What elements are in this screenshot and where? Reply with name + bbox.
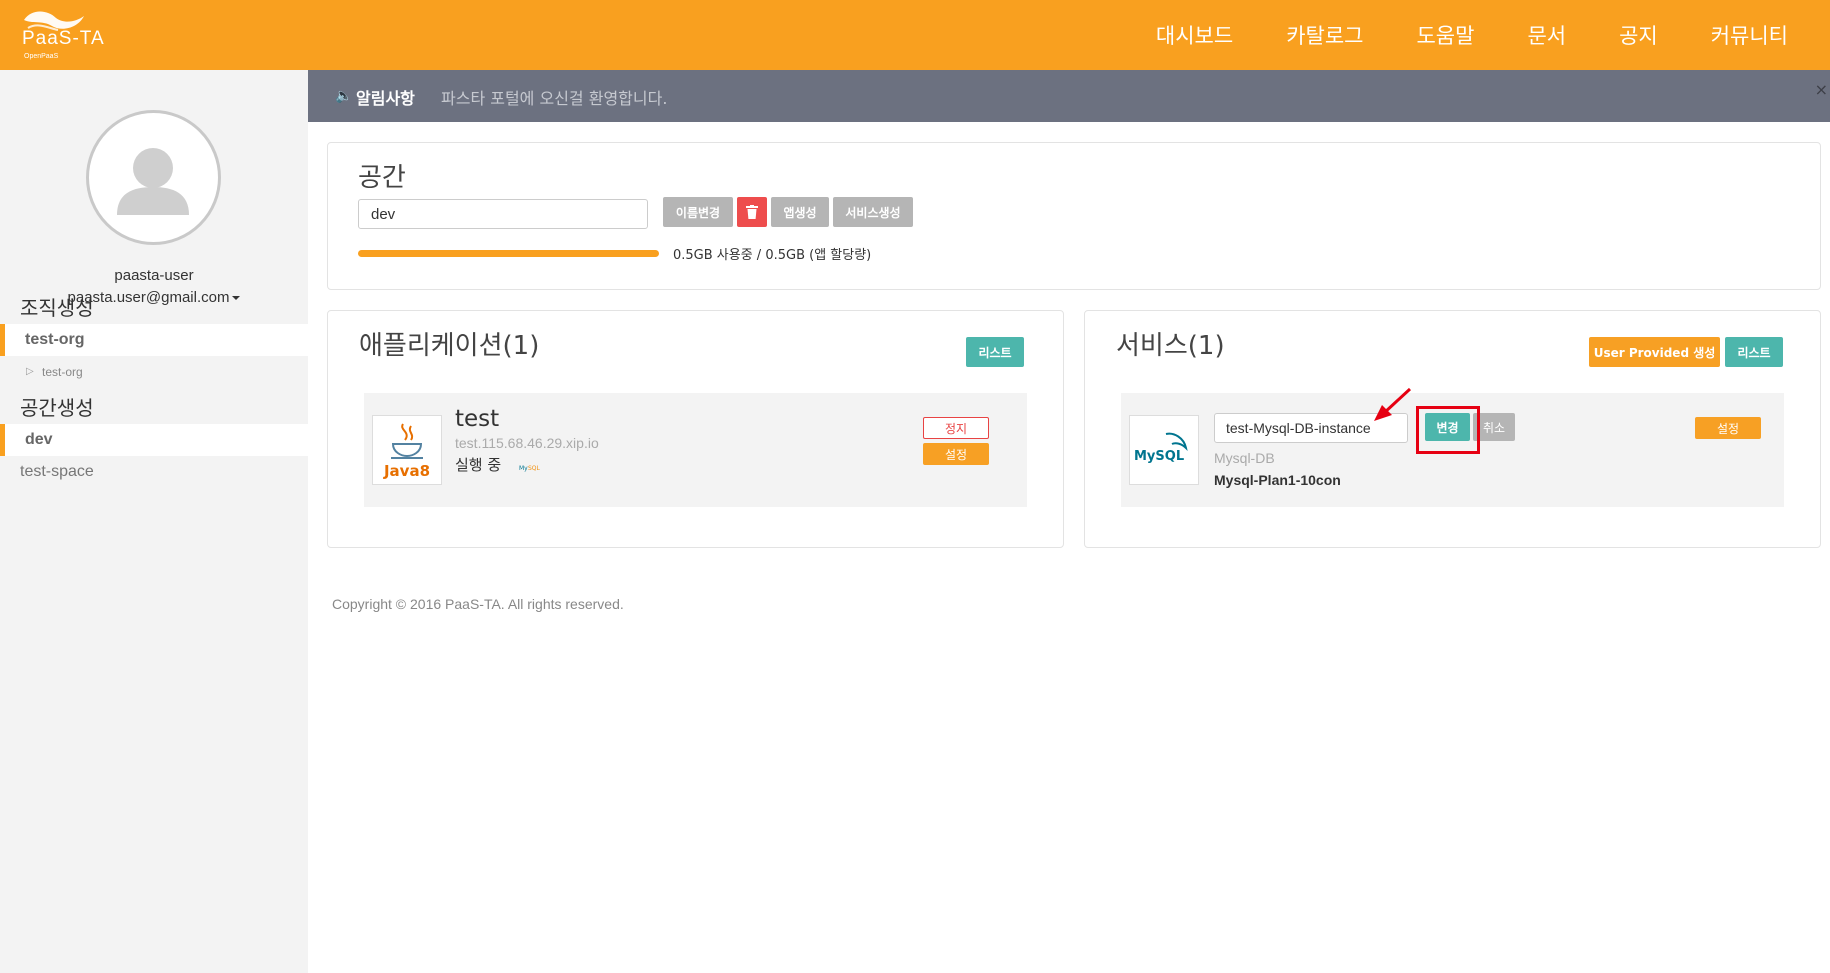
create-service-button[interactable]: 서비스생성 — [833, 197, 913, 227]
stop-button[interactable]: 정지 — [923, 417, 989, 439]
java8-icon: Java8 — [372, 415, 442, 485]
sidebar-space-item-dev[interactable]: dev — [0, 424, 308, 456]
nav-community[interactable]: 커뮤니티 — [1711, 20, 1788, 50]
notice-bar: 🔈 알림사항 파스타 포털에 오신걸 환영합니다. × — [308, 70, 1830, 122]
app-card[interactable]: Java8 test test.115.68.46.29.xip.io 실행 중… — [364, 393, 1027, 507]
triangle-right-icon: ▷ — [26, 366, 34, 377]
mysql-label: MySQL — [1134, 449, 1184, 464]
nav-help[interactable]: 도움말 — [1416, 20, 1474, 50]
sidebar-org-subitem[interactable]: ▷ test-org — [0, 356, 308, 388]
app-list-button[interactable]: 리스트 — [966, 337, 1024, 367]
user-provided-create-button[interactable]: User Provided 생성 — [1589, 337, 1720, 367]
sidebar-space-item-test-space[interactable]: test-space — [0, 456, 308, 488]
quota-progress-bar — [358, 250, 659, 257]
sidebar-org-sub-label: test-org — [42, 365, 83, 379]
sidebar-space-label: test-space — [20, 463, 94, 480]
app-name[interactable]: test — [455, 406, 499, 432]
app-status: 실행 중 — [455, 456, 502, 474]
applications-panel-title: 애플리케이션(1) — [359, 331, 540, 361]
top-navbar: PaaS-TA OpenPaaS 대시보드 카탈로그 도움말 문서 공지 커뮤니… — [0, 0, 1830, 70]
mysql-small-icon: My SQL — [519, 457, 541, 472]
space-name-input[interactable] — [358, 199, 648, 229]
nav-dashboard[interactable]: 대시보드 — [1156, 20, 1233, 50]
notice-title: 알림사항 — [356, 89, 415, 108]
red-arrow-icon — [1374, 387, 1412, 421]
sidebar-space-label: dev — [25, 431, 53, 448]
close-icon[interactable]: × — [1815, 80, 1828, 99]
footer-copyright: Copyright © 2016 PaaS-TA. All rights res… — [332, 596, 624, 612]
org-section-title[interactable]: 조직생성 — [20, 292, 94, 321]
logo-text: PaaS-TA — [22, 28, 105, 49]
svg-text:My: My — [519, 465, 528, 472]
service-settings-button[interactable]: 설정 — [1695, 417, 1761, 439]
logo-subtext: OpenPaaS — [24, 53, 59, 60]
notice-message: 파스타 포털에 오신걸 환영합니다. — [441, 89, 668, 108]
nav-docs[interactable]: 문서 — [1527, 20, 1566, 50]
sidebar: paasta-user paasta.user@gmail.com 조직생성 t… — [0, 70, 308, 973]
nav-catalog[interactable]: 카탈로그 — [1286, 20, 1363, 50]
main-nav: 대시보드 카탈로그 도움말 문서 공지 커뮤니티 — [1103, 0, 1788, 70]
avatar — [86, 110, 221, 245]
sidebar-org-item[interactable]: test-org — [0, 324, 308, 356]
highlight-box — [1416, 406, 1480, 454]
nav-notice[interactable]: 공지 — [1619, 20, 1658, 50]
service-list-button[interactable]: 리스트 — [1725, 337, 1783, 367]
applications-panel: 애플리케이션(1) 리스트 Java8 test test.115.68.46.… — [327, 310, 1064, 548]
quota-usage-text: 0.5GB 사용중 / 0.5GB (앱 할당량) — [673, 248, 872, 263]
mysql-icon: MySQL — [1129, 415, 1199, 485]
space-panel: 공간 이름변경 앱생성 서비스생성 0.5GB 사용중 / 0.5GB (앱 할… — [327, 142, 1821, 290]
app-url[interactable]: test.115.68.46.29.xip.io — [455, 435, 599, 451]
java8-label: Java8 — [383, 462, 430, 480]
services-panel-title: 서비스(1) — [1116, 331, 1225, 361]
speaker-icon: 🔈 — [335, 88, 353, 104]
svg-text:SQL: SQL — [528, 465, 541, 472]
user-silhouette-icon — [117, 148, 189, 215]
create-app-button[interactable]: 앱생성 — [771, 197, 829, 227]
space-panel-title: 공간 — [358, 163, 406, 193]
app-settings-button[interactable]: 설정 — [923, 443, 989, 465]
delete-button[interactable] — [737, 197, 767, 227]
caret-down-icon — [232, 296, 241, 301]
service-type: Mysql-DB — [1214, 450, 1275, 466]
sidebar-org-label: test-org — [25, 331, 85, 348]
trash-icon — [746, 205, 758, 219]
user-name: paasta-user — [114, 267, 194, 284]
rename-button[interactable]: 이름변경 — [663, 197, 733, 227]
space-section-title[interactable]: 공간생성 — [20, 392, 94, 421]
service-plan: Mysql-Plan1-10con — [1214, 472, 1341, 488]
